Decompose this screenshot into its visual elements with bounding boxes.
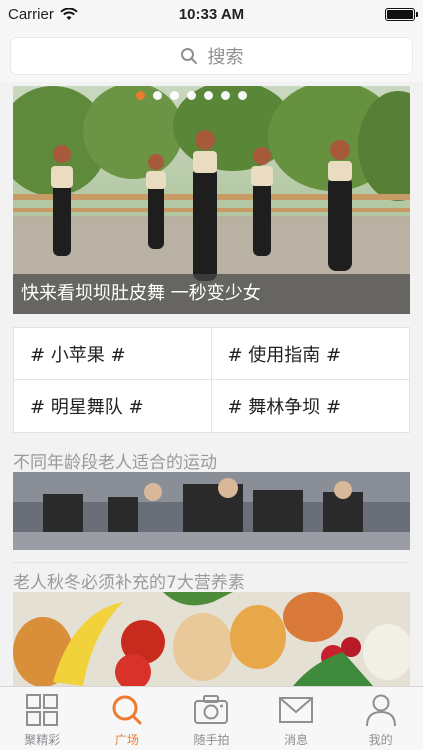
search-icon (180, 48, 197, 64)
divider (13, 562, 410, 563)
tab-snapshot[interactable]: 随手拍 (169, 687, 254, 750)
battery-icon (385, 7, 418, 21)
tag-xiaopingguo[interactable]: # 小苹果 # (14, 328, 212, 380)
article-title[interactable]: 老人秋冬必须补充的7大营养素 (13, 568, 245, 593)
mail-icon (279, 697, 314, 723)
article-image[interactable] (13, 472, 410, 550)
camera-icon (194, 695, 229, 724)
tab-label: 消息 (284, 733, 309, 747)
banner-carousel[interactable]: 快来看坝坝肚皮舞 一秒变少女 (13, 86, 410, 314)
tag-star-dance-team[interactable]: # 明星舞队 # (14, 380, 212, 432)
page-dot[interactable] (238, 91, 247, 100)
page-dot[interactable] (170, 91, 179, 100)
page-dot[interactable] (221, 91, 230, 100)
tab-highlights[interactable]: 聚精彩 (0, 687, 85, 750)
tab-label: 随手拍 (193, 733, 230, 747)
square-feed[interactable]: 快来看坝坝肚皮舞 一秒变少女 # 小苹果 # # 使用指南 # # 明星舞队 #… (0, 84, 423, 686)
page-dot[interactable] (187, 91, 196, 100)
article-title[interactable]: 不同年龄段老人适合的运动 (13, 448, 217, 473)
topic-tags: # 小苹果 # # 使用指南 # # 明星舞队 # # 舞林争坝 # (13, 327, 410, 433)
tag-dance-contest[interactable]: # 舞林争坝 # (212, 380, 410, 432)
page-dot[interactable] (204, 91, 213, 100)
grid-icon (26, 694, 59, 726)
tag-user-guide[interactable]: # 使用指南 # (211, 328, 409, 380)
carrier-label: Carrier (8, 5, 54, 23)
user-icon (365, 694, 396, 727)
tab-messages[interactable]: 消息 (254, 687, 339, 750)
page-dot[interactable] (136, 91, 145, 100)
tab-label: 聚精彩 (24, 733, 61, 747)
banner-caption[interactable]: 快来看坝坝肚皮舞 一秒变少女 (13, 274, 410, 314)
status-left: Carrier (8, 6, 78, 23)
tab-profile[interactable]: 我的 (338, 687, 423, 750)
tab-bar: 聚精彩 广场 随手拍 消息 我的 (0, 686, 423, 750)
tab-square[interactable]: 广场 (85, 687, 170, 750)
article-image[interactable] (13, 592, 410, 686)
wifi-icon (60, 7, 78, 20)
tab-label: 我的 (368, 733, 393, 747)
search-input[interactable]: 搜索 (11, 38, 412, 74)
banner-page-indicator[interactable] (13, 91, 410, 100)
search-placeholder: 搜索 (207, 47, 244, 68)
page-dot[interactable] (153, 91, 162, 100)
status-bar: Carrier 10:33 AM (0, 0, 423, 28)
search-bar: 搜索 (0, 28, 423, 82)
tab-label: 广场 (114, 733, 139, 747)
search-icon (112, 695, 142, 725)
